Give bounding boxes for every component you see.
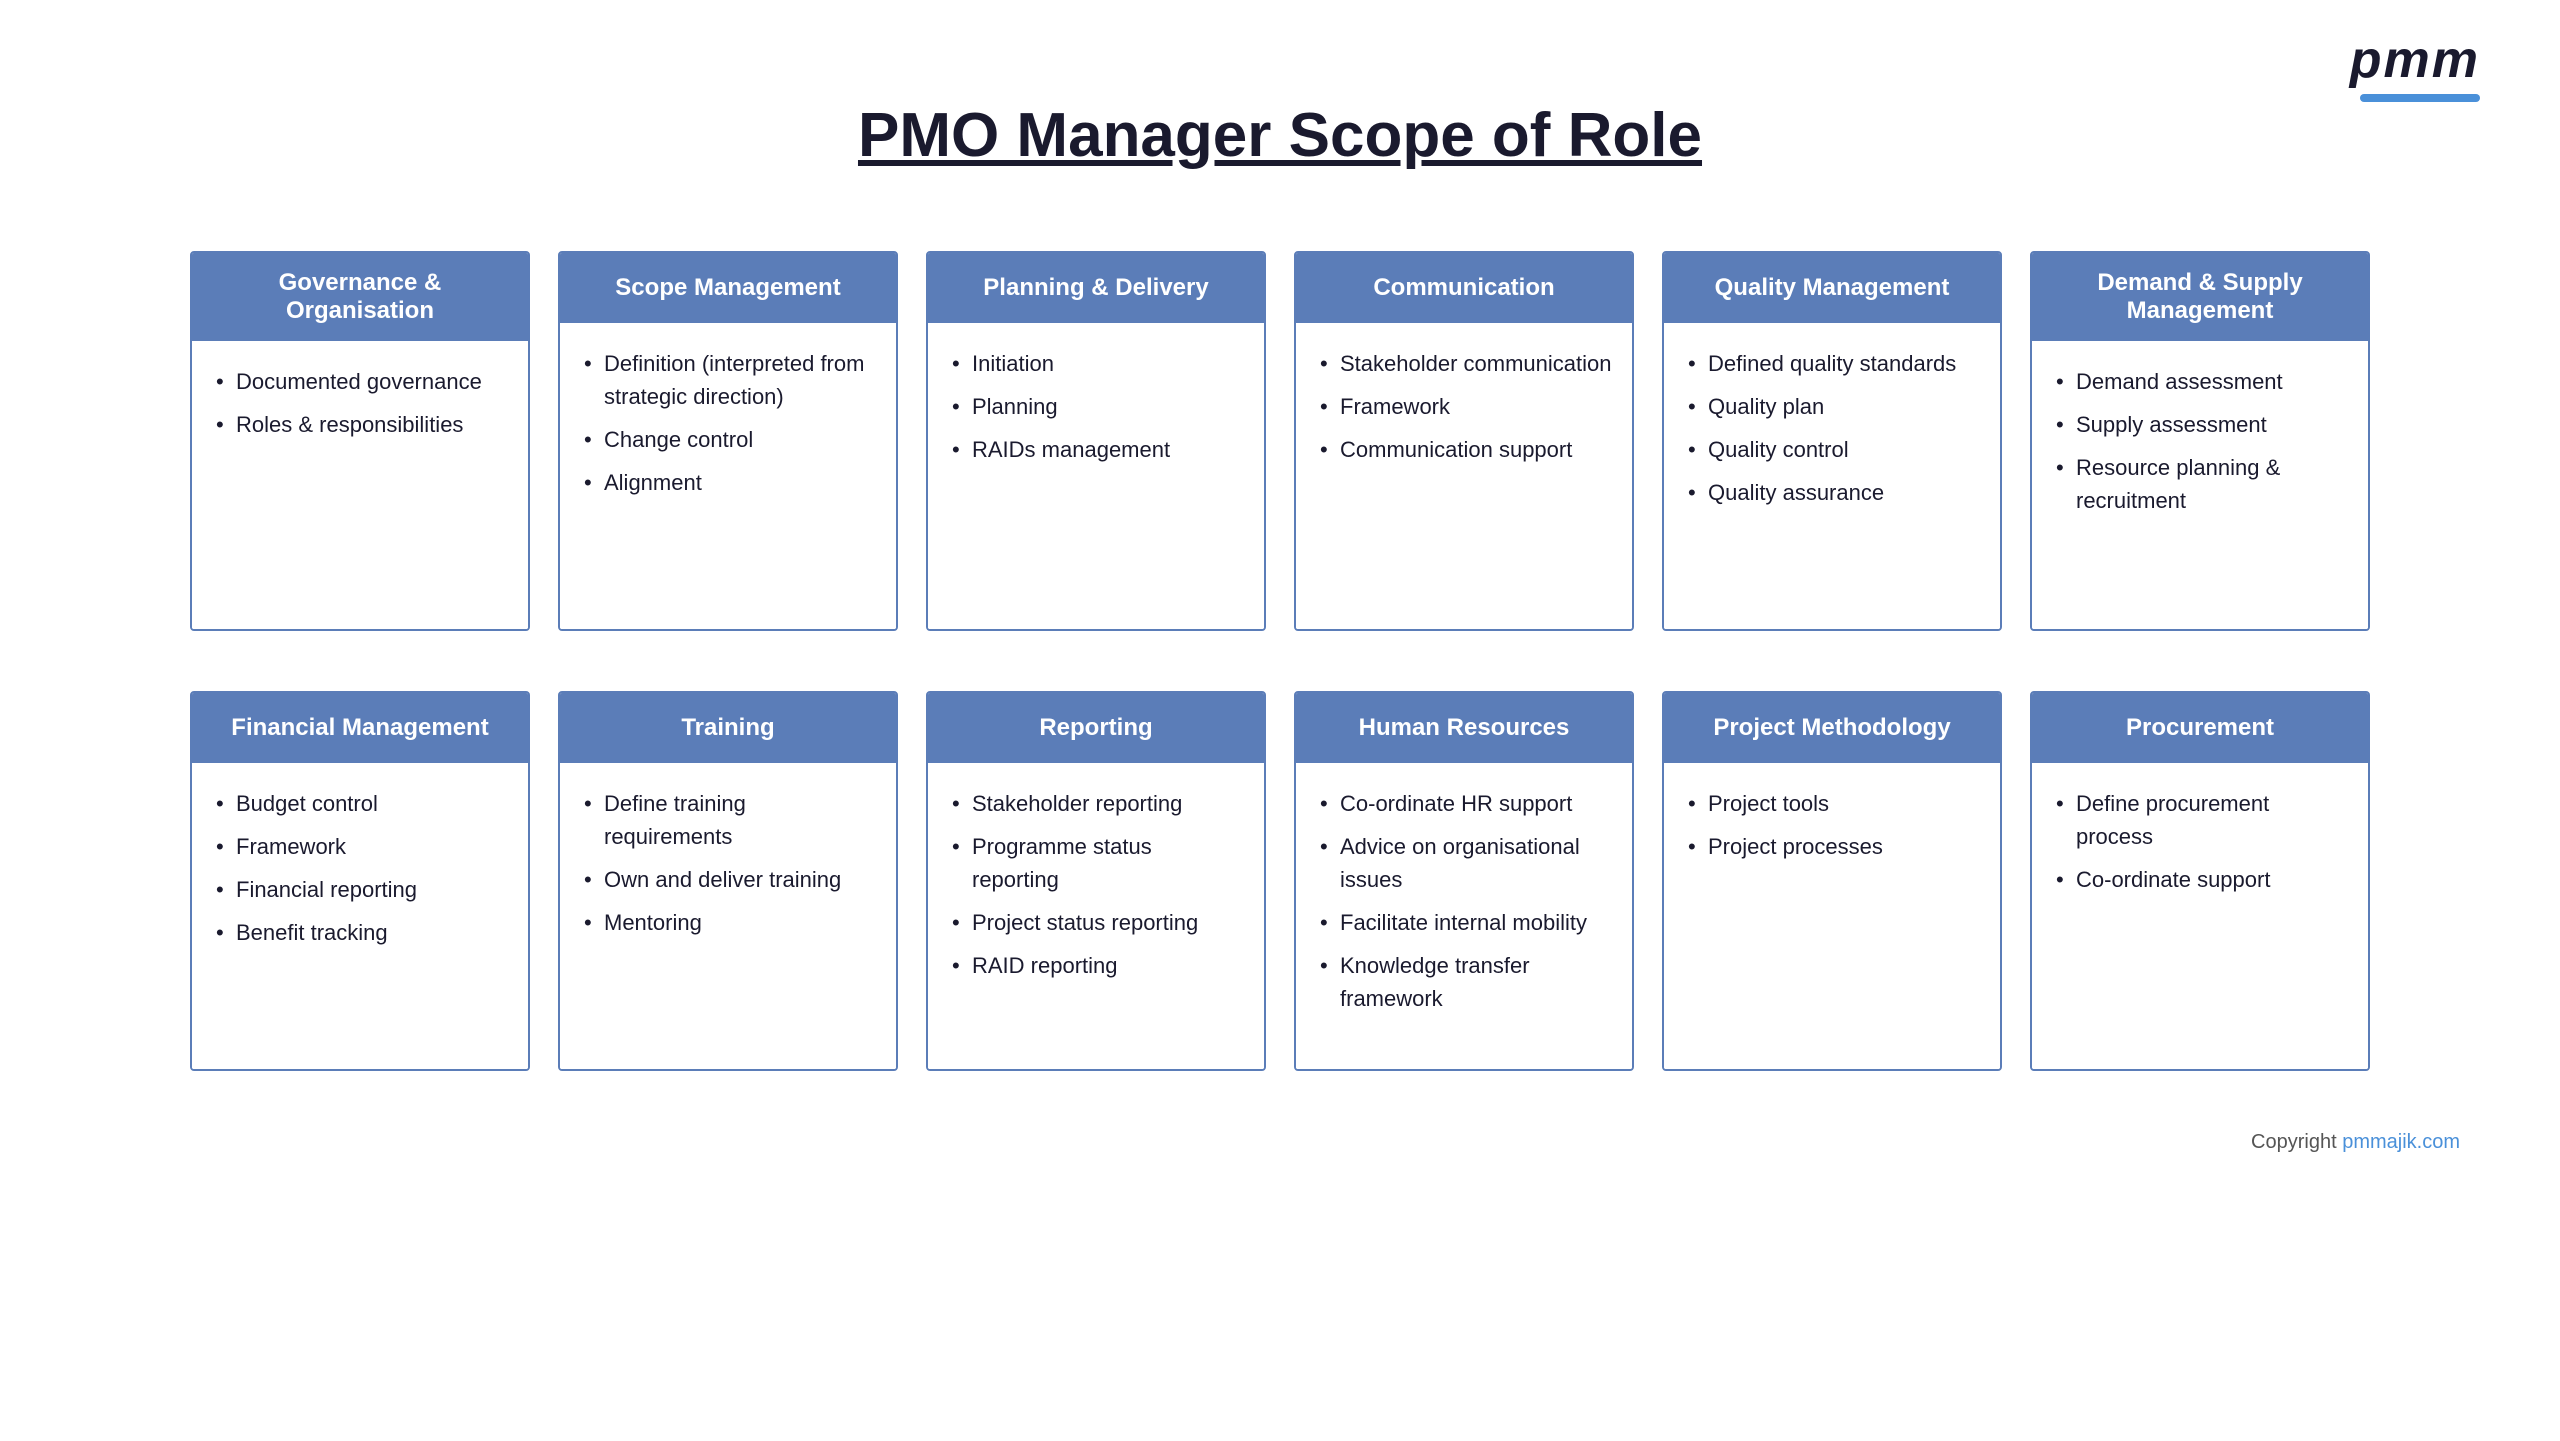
card-body-governance: Documented governance Roles & responsibil…	[192, 341, 528, 629]
list-item: Initiation	[948, 347, 1244, 380]
card-body-reporting: Stakeholder reporting Programme status re…	[928, 763, 1264, 1069]
list-item: Supply assessment	[2052, 408, 2348, 441]
card-list-training: Define training requirements Own and deli…	[580, 787, 876, 939]
card-header-training: Training	[560, 693, 896, 763]
card-list-financial: Budget control Framework Financial reporti…	[212, 787, 508, 949]
list-item: Stakeholder reporting	[948, 787, 1244, 820]
card-header-communication: Communication	[1296, 253, 1632, 323]
list-item: Project status reporting	[948, 906, 1244, 939]
logo-text: pmm	[2350, 30, 2480, 90]
list-item: Own and deliver training	[580, 863, 876, 896]
card-reporting: Reporting Stakeholder reporting Programme …	[926, 691, 1266, 1071]
list-item: Project processes	[1684, 830, 1980, 863]
card-header-scope: Scope Management	[560, 253, 896, 323]
card-communication: Communication Stakeholder communication Fr…	[1294, 251, 1634, 631]
card-body-financial: Budget control Framework Financial reporti…	[192, 763, 528, 1069]
copyright: Copyright pmmajik.com	[80, 1131, 2480, 1154]
card-body-quality: Defined quality standards Quality plan Qua…	[1664, 323, 2000, 629]
card-list-methodology: Project tools Project processes	[1684, 787, 1980, 863]
logo-area: pmm	[2350, 30, 2480, 102]
list-item: RAIDs management	[948, 433, 1244, 466]
card-body-communication: Stakeholder communication Framework Commun…	[1296, 323, 1632, 629]
list-item: Documented governance	[212, 365, 508, 398]
card-planning: Planning & Delivery Initiation Planning RAI…	[926, 251, 1266, 631]
list-item: Budget control	[212, 787, 508, 820]
list-item: Framework	[212, 830, 508, 863]
list-item: Definition (interpreted from strategic d…	[580, 347, 876, 413]
card-procurement: Procurement Define procurement process Co-…	[2030, 691, 2370, 1071]
card-training: Training Define training requirements Own …	[558, 691, 898, 1071]
card-governance: Governance & Organisation Documented gove…	[190, 251, 530, 631]
card-header-quality: Quality Management	[1664, 253, 2000, 323]
row1-cards: Governance & Organisation Documented gove…	[80, 251, 2480, 631]
card-financial: Financial Management Budget control Framew…	[190, 691, 530, 1071]
list-item: Financial reporting	[212, 873, 508, 906]
card-header-reporting: Reporting	[928, 693, 1264, 763]
card-list-procurement: Define procurement process Co-ordinate su…	[2052, 787, 2348, 896]
page-container: pmm PMO Manager Scope of Role Governance…	[0, 0, 2560, 1441]
card-demand: Demand & Supply Management Demand assessm…	[2030, 251, 2370, 631]
card-body-scope: Definition (interpreted from strategic d…	[560, 323, 896, 629]
list-item: Roles & responsibilities	[212, 408, 508, 441]
card-list-reporting: Stakeholder reporting Programme status re…	[948, 787, 1244, 982]
card-list-governance: Documented governance Roles & responsibil…	[212, 365, 508, 441]
copyright-text: Copyright	[2251, 1131, 2342, 1153]
card-body-methodology: Project tools Project processes	[1664, 763, 2000, 1069]
list-item: Define procurement process	[2052, 787, 2348, 853]
card-list-quality: Defined quality standards Quality plan Qua…	[1684, 347, 1980, 509]
card-header-demand: Demand & Supply Management	[2032, 253, 2368, 341]
card-list-scope: Definition (interpreted from strategic d…	[580, 347, 876, 499]
list-item: Knowledge transfer framework	[1316, 949, 1612, 1015]
list-item: Define training requirements	[580, 787, 876, 853]
list-item: Quality assurance	[1684, 476, 1980, 509]
card-list-hr: Co-ordinate HR support Advice on organisa…	[1316, 787, 1612, 1015]
list-item: Co-ordinate support	[2052, 863, 2348, 896]
list-item: RAID reporting	[948, 949, 1244, 982]
list-item: Co-ordinate HR support	[1316, 787, 1612, 820]
list-item: Facilitate internal mobility	[1316, 906, 1612, 939]
card-list-communication: Stakeholder communication Framework Commun…	[1316, 347, 1612, 466]
list-item: Communication support	[1316, 433, 1612, 466]
list-item: Resource planning & recruitment	[2052, 451, 2348, 517]
card-hr: Human Resources Co-ordinate HR support Adv…	[1294, 691, 1634, 1071]
card-header-planning: Planning & Delivery	[928, 253, 1264, 323]
list-item: Change control	[580, 423, 876, 456]
card-body-hr: Co-ordinate HR support Advice on organisa…	[1296, 763, 1632, 1069]
card-body-planning: Initiation Planning RAIDs management	[928, 323, 1264, 629]
list-item: Planning	[948, 390, 1244, 423]
card-body-training: Define training requirements Own and deli…	[560, 763, 896, 1069]
card-header-methodology: Project Methodology	[1664, 693, 2000, 763]
list-item: Stakeholder communication	[1316, 347, 1612, 380]
card-header-governance: Governance & Organisation	[192, 253, 528, 341]
logo-underline	[2360, 94, 2480, 102]
list-item: Benefit tracking	[212, 916, 508, 949]
list-item: Programme status reporting	[948, 830, 1244, 896]
list-item: Demand assessment	[2052, 365, 2348, 398]
list-item: Mentoring	[580, 906, 876, 939]
card-list-demand: Demand assessment Supply assessment Resour…	[2052, 365, 2348, 517]
card-methodology: Project MethodologyProject toolsProject …	[1662, 691, 2002, 1071]
page-title: PMO Manager Scope of Role	[80, 100, 2480, 171]
copyright-link[interactable]: pmmajik.com	[2342, 1131, 2460, 1153]
list-item: Quality control	[1684, 433, 1980, 466]
card-header-hr: Human Resources	[1296, 693, 1632, 763]
list-item: Defined quality standards	[1684, 347, 1980, 380]
card-scope: Scope Management Definition (interpreted …	[558, 251, 898, 631]
list-item: Framework	[1316, 390, 1612, 423]
card-header-procurement: Procurement	[2032, 693, 2368, 763]
card-list-planning: Initiation Planning RAIDs management	[948, 347, 1244, 466]
card-header-financial: Financial Management	[192, 693, 528, 763]
list-item: Advice on organisational issues	[1316, 830, 1612, 896]
card-body-demand: Demand assessment Supply assessment Resour…	[2032, 341, 2368, 629]
card-body-procurement: Define procurement process Co-ordinate su…	[2032, 763, 2368, 1069]
list-item: Quality plan	[1684, 390, 1980, 423]
list-item: Project tools	[1684, 787, 1980, 820]
list-item: Alignment	[580, 466, 876, 499]
card-quality: Quality Management Defined quality standa…	[1662, 251, 2002, 631]
row2-cards: Financial Management Budget control Framew…	[80, 691, 2480, 1071]
